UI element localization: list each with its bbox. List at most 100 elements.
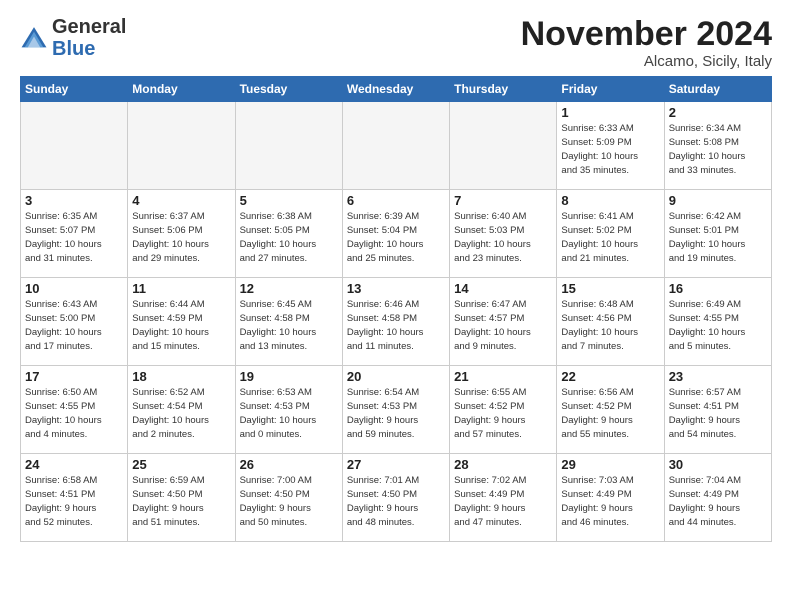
- calendar-cell: [450, 102, 557, 190]
- day-number: 30: [669, 457, 767, 472]
- day-number: 4: [132, 193, 230, 208]
- day-info: Sunrise: 6:35 AM Sunset: 5:07 PM Dayligh…: [25, 210, 123, 265]
- day-info: Sunrise: 6:44 AM Sunset: 4:59 PM Dayligh…: [132, 298, 230, 353]
- day-number: 10: [25, 281, 123, 296]
- day-number: 3: [25, 193, 123, 208]
- calendar-cell: 19 Sunrise: 6:53 AM Sunset: 4:53 PM Dayli…: [235, 366, 342, 454]
- weekday-friday: Friday: [557, 77, 664, 102]
- day-info: Sunrise: 6:53 AM Sunset: 4:53 PM Dayligh…: [240, 386, 338, 441]
- calendar-cell: 16Sunrise: 6:49 AM Sunset: 4:55 PM Dayli…: [664, 278, 771, 366]
- day-number: 13: [347, 281, 445, 296]
- day-number: 20: [347, 369, 445, 384]
- day-number: 7: [454, 193, 552, 208]
- day-info: Sunrise: 6:56 AM Sunset: 4:52 PM Dayligh…: [561, 386, 659, 441]
- calendar-cell: 26 Sunrise: 7:00 AM Sunset: 4:50 PM Dayli…: [235, 454, 342, 542]
- calendar-cell: [21, 102, 128, 190]
- calendar-cell: 22 Sunrise: 6:56 AM Sunset: 4:52 PM Dayli…: [557, 366, 664, 454]
- week-row-3: 10 Sunrise: 6:43 AM Sunset: 5:00 PM Dayli…: [21, 278, 772, 366]
- calendar-cell: [235, 102, 342, 190]
- day-info: Sunrise: 6:38 AM Sunset: 5:05 PM Dayligh…: [240, 210, 338, 265]
- day-number: 1: [561, 105, 659, 120]
- calendar-cell: [342, 102, 449, 190]
- calendar-cell: 28Sunrise: 7:02 AM Sunset: 4:49 PM Dayli…: [450, 454, 557, 542]
- calendar-cell: 13 Sunrise: 6:46 AM Sunset: 4:58 PM Dayli…: [342, 278, 449, 366]
- day-info: Sunrise: 6:45 AM Sunset: 4:58 PM Dayligh…: [240, 298, 338, 353]
- calendar-cell: 24Sunrise: 6:58 AM Sunset: 4:51 PM Dayli…: [21, 454, 128, 542]
- calendar-cell: 14 Sunrise: 6:47 AM Sunset: 4:57 PM Dayli…: [450, 278, 557, 366]
- day-info: Sunrise: 7:01 AM Sunset: 4:50 PM Dayligh…: [347, 474, 445, 529]
- calendar-cell: 1 Sunrise: 6:33 AM Sunset: 5:09 PM Daylig…: [557, 102, 664, 190]
- subtitle: Alcamo, Sicily, Italy: [521, 53, 772, 70]
- calendar-cell: 11 Sunrise: 6:44 AM Sunset: 4:59 PM Dayli…: [128, 278, 235, 366]
- day-number: 5: [240, 193, 338, 208]
- day-number: 24: [25, 457, 123, 472]
- day-number: 18: [132, 369, 230, 384]
- calendar-cell: 27 Sunrise: 7:01 AM Sunset: 4:50 PM Dayli…: [342, 454, 449, 542]
- day-info: Sunrise: 7:02 AM Sunset: 4:49 PM Dayligh…: [454, 474, 552, 529]
- week-row-2: 3 Sunrise: 6:35 AM Sunset: 5:07 PM Daylig…: [21, 190, 772, 278]
- calendar-cell: 18 Sunrise: 6:52 AM Sunset: 4:54 PM Dayli…: [128, 366, 235, 454]
- week-row-4: 17Sunrise: 6:50 AM Sunset: 4:55 PM Dayli…: [21, 366, 772, 454]
- calendar-cell: 3 Sunrise: 6:35 AM Sunset: 5:07 PM Daylig…: [21, 190, 128, 278]
- calendar-header: SundayMondayTuesdayWednesdayThursdayFrid…: [21, 77, 772, 102]
- weekday-monday: Monday: [128, 77, 235, 102]
- day-number: 6: [347, 193, 445, 208]
- day-info: Sunrise: 6:42 AM Sunset: 5:01 PM Dayligh…: [669, 210, 767, 265]
- day-info: Sunrise: 7:03 AM Sunset: 4:49 PM Dayligh…: [561, 474, 659, 529]
- day-number: 19: [240, 369, 338, 384]
- day-number: 22: [561, 369, 659, 384]
- calendar-cell: 12 Sunrise: 6:45 AM Sunset: 4:58 PM Dayli…: [235, 278, 342, 366]
- logo-general-text: General: [52, 16, 126, 38]
- day-number: 29: [561, 457, 659, 472]
- day-info: Sunrise: 6:52 AM Sunset: 4:54 PM Dayligh…: [132, 386, 230, 441]
- day-info: Sunrise: 6:55 AM Sunset: 4:52 PM Dayligh…: [454, 386, 552, 441]
- day-number: 27: [347, 457, 445, 472]
- day-number: 21: [454, 369, 552, 384]
- calendar-cell: [128, 102, 235, 190]
- day-info: Sunrise: 6:54 AM Sunset: 4:53 PM Dayligh…: [347, 386, 445, 441]
- calendar-body: 1 Sunrise: 6:33 AM Sunset: 5:09 PM Daylig…: [21, 102, 772, 542]
- calendar-cell: 8Sunrise: 6:41 AM Sunset: 5:02 PM Daylig…: [557, 190, 664, 278]
- page: General Blue November 2024 Alcamo, Sicil…: [0, 0, 792, 552]
- calendar-cell: 10 Sunrise: 6:43 AM Sunset: 5:00 PM Dayli…: [21, 278, 128, 366]
- weekday-tuesday: Tuesday: [235, 77, 342, 102]
- day-info: Sunrise: 6:43 AM Sunset: 5:00 PM Dayligh…: [25, 298, 123, 353]
- day-number: 26: [240, 457, 338, 472]
- day-info: Sunrise: 6:48 AM Sunset: 4:56 PM Dayligh…: [561, 298, 659, 353]
- day-info: Sunrise: 6:46 AM Sunset: 4:58 PM Dayligh…: [347, 298, 445, 353]
- calendar-cell: 17Sunrise: 6:50 AM Sunset: 4:55 PM Dayli…: [21, 366, 128, 454]
- calendar-cell: 4 Sunrise: 6:37 AM Sunset: 5:06 PM Daylig…: [128, 190, 235, 278]
- day-number: 12: [240, 281, 338, 296]
- day-number: 11: [132, 281, 230, 296]
- weekday-sunday: Sunday: [21, 77, 128, 102]
- logo-blue-text: Blue: [52, 38, 95, 60]
- calendar-cell: 29 Sunrise: 7:03 AM Sunset: 4:49 PM Dayli…: [557, 454, 664, 542]
- header: General Blue November 2024 Alcamo, Sicil…: [20, 16, 772, 70]
- day-info: Sunrise: 6:59 AM Sunset: 4:50 PM Dayligh…: [132, 474, 230, 529]
- calendar-cell: 25 Sunrise: 6:59 AM Sunset: 4:50 PM Dayli…: [128, 454, 235, 542]
- day-number: 8: [561, 193, 659, 208]
- day-number: 2: [669, 105, 767, 120]
- calendar-cell: 23Sunrise: 6:57 AM Sunset: 4:51 PM Dayli…: [664, 366, 771, 454]
- calendar-cell: 2 Sunrise: 6:34 AM Sunset: 5:08 PM Daylig…: [664, 102, 771, 190]
- day-number: 9: [669, 193, 767, 208]
- day-info: Sunrise: 6:34 AM Sunset: 5:08 PM Dayligh…: [669, 122, 767, 177]
- day-number: 23: [669, 369, 767, 384]
- day-info: Sunrise: 6:33 AM Sunset: 5:09 PM Dayligh…: [561, 122, 659, 177]
- logo: General Blue: [20, 16, 126, 60]
- day-number: 25: [132, 457, 230, 472]
- logo-icon: [20, 24, 48, 52]
- weekday-thursday: Thursday: [450, 77, 557, 102]
- day-info: Sunrise: 6:47 AM Sunset: 4:57 PM Dayligh…: [454, 298, 552, 353]
- day-info: Sunrise: 7:00 AM Sunset: 4:50 PM Dayligh…: [240, 474, 338, 529]
- calendar-cell: 21 Sunrise: 6:55 AM Sunset: 4:52 PM Dayli…: [450, 366, 557, 454]
- day-info: Sunrise: 6:37 AM Sunset: 5:06 PM Dayligh…: [132, 210, 230, 265]
- weekday-saturday: Saturday: [664, 77, 771, 102]
- day-info: Sunrise: 6:49 AM Sunset: 4:55 PM Dayligh…: [669, 298, 767, 353]
- calendar-cell: 30Sunrise: 7:04 AM Sunset: 4:49 PM Dayli…: [664, 454, 771, 542]
- day-number: 14: [454, 281, 552, 296]
- month-title: November 2024: [521, 16, 772, 53]
- week-row-5: 24Sunrise: 6:58 AM Sunset: 4:51 PM Dayli…: [21, 454, 772, 542]
- weekday-wednesday: Wednesday: [342, 77, 449, 102]
- calendar: SundayMondayTuesdayWednesdayThursdayFrid…: [20, 76, 772, 542]
